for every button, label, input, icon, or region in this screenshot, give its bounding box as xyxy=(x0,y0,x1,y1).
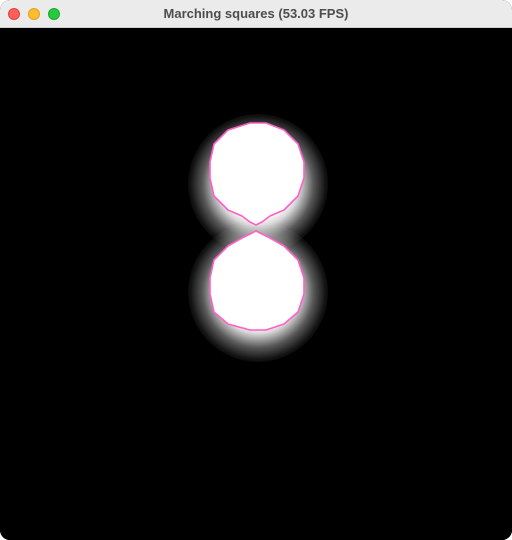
metaball-contour-top xyxy=(209,122,305,226)
render-canvas xyxy=(0,28,512,540)
metaball-contour-bottom xyxy=(209,230,305,331)
window-title: Marching squares (53.03 FPS) xyxy=(163,6,349,21)
contour-overlay xyxy=(209,122,305,331)
app-window: Marching squares (53.03 FPS) xyxy=(0,0,512,540)
title-bar[interactable]: Marching squares (53.03 FPS) xyxy=(0,0,512,28)
